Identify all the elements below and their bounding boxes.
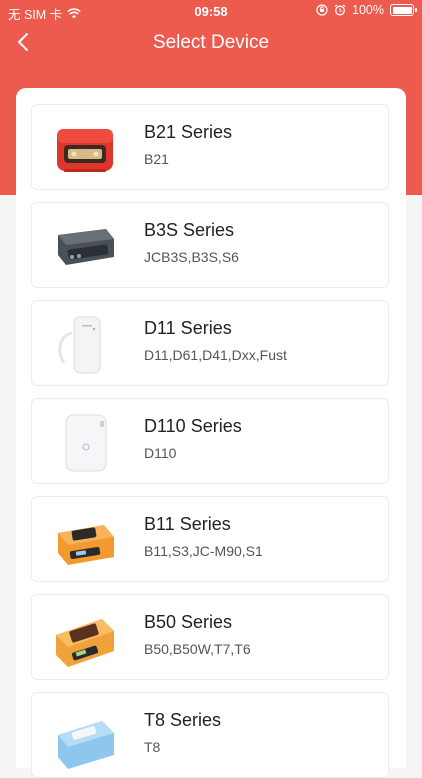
printer-d11-image [58,316,101,374]
status-right: 100% [316,3,417,17]
alarm-icon [334,4,346,16]
device-card-t8[interactable]: T8 Series T8 [31,692,389,778]
device-card-b11[interactable]: B11 Series B11,S3,JC-M90,S1 [31,496,389,582]
device-models: T8 [144,739,161,755]
device-card-b21[interactable]: B21 Series B21 [31,104,389,190]
printer-b21-image [57,129,113,172]
device-series-name: B50 Series [144,612,233,632]
device-series-name: D110 Series [144,416,242,436]
battery-percent: 100% [352,3,384,17]
device-card-d110[interactable]: D110 Series D110 [31,398,389,484]
printer-b3s-image [58,229,114,265]
device-models: B50,B50W,T7,T6 [144,641,251,657]
printer-b50-image [56,619,114,667]
device-list-panel: B21 Series B21 B3S Series JCB3S,B3S,S6 D… [16,88,406,778]
device-models: B11,S3,JC-M90,S1 [144,543,263,559]
device-series-name: T8 Series [144,710,222,730]
device-models: D11,D61,D41,Dxx,Fust [144,347,287,363]
navigation-bar: Select Device [0,22,422,62]
device-card-b3s[interactable]: B3S Series JCB3S,B3S,S6 [31,202,389,288]
device-series-name: B11 Series [144,514,231,534]
status-bar: 无 SIM 卡 09:58 100% [0,0,422,22]
printer-d110-image [65,414,107,472]
device-series-name: B21 Series [144,122,233,142]
device-models: D110 [144,445,177,461]
device-card-b50[interactable]: B50 Series B50,B50W,T7,T6 [31,594,389,680]
device-card-d11[interactable]: D11 Series D11,D61,D41,Dxx,Fust [31,300,389,386]
device-models: JCB3S,B3S,S6 [144,249,239,265]
battery-icon [390,4,417,16]
page-title: Select Device [152,32,270,53]
device-models: B21 [144,151,169,167]
device-series-name: D11 Series [144,318,232,338]
printer-b11-image [58,525,114,565]
printer-t8-image [58,721,114,769]
orientation-lock-icon [316,4,328,16]
device-series-name: B3S Series [144,220,235,240]
